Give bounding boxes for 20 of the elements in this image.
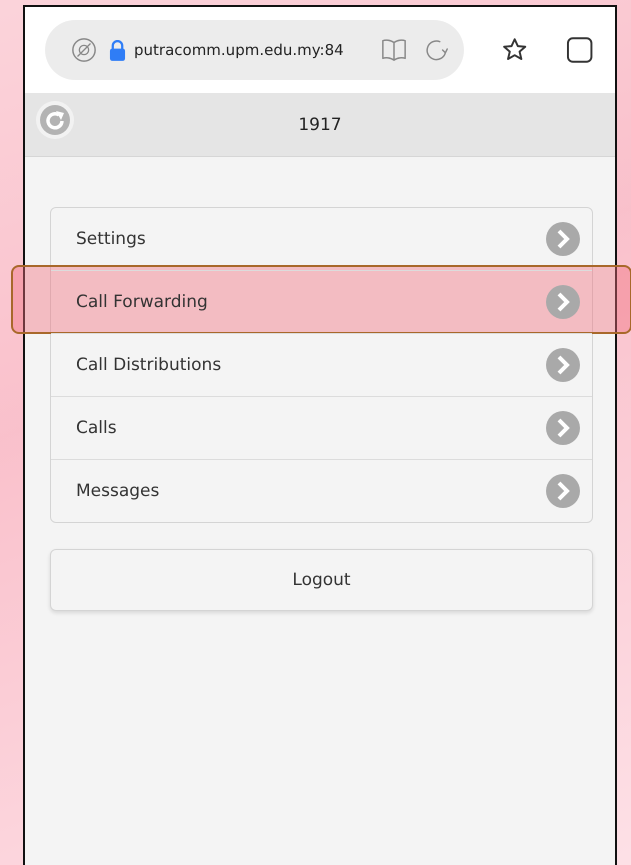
menu-item[interactable]: Call Forwarding bbox=[51, 270, 592, 333]
logout-button[interactable]: Logout bbox=[50, 549, 593, 611]
reload-icon[interactable] bbox=[424, 37, 450, 63]
book-icon[interactable] bbox=[380, 37, 408, 63]
menu-item[interactable]: Calls bbox=[51, 396, 592, 459]
chevron-right-icon bbox=[546, 222, 580, 256]
menu-item[interactable]: Call Distributions bbox=[51, 333, 592, 396]
chevron-right-icon bbox=[546, 411, 580, 445]
refresh-icon[interactable] bbox=[35, 100, 75, 140]
menu-item[interactable]: Messages bbox=[51, 459, 592, 522]
chevron-right-icon bbox=[546, 474, 580, 508]
ad-block-icon[interactable] bbox=[71, 37, 97, 63]
url-text[interactable]: putracomm.upm.edu.my:84 bbox=[134, 41, 364, 59]
header-title: 1917 bbox=[298, 114, 342, 134]
chevron-right-icon bbox=[546, 285, 580, 319]
address-bar[interactable]: putracomm.upm.edu.my:84 bbox=[45, 20, 464, 80]
lock-icon bbox=[109, 40, 126, 60]
chevron-right-icon bbox=[546, 348, 580, 382]
tabs-icon[interactable] bbox=[566, 36, 593, 64]
menu-item[interactable]: Settings bbox=[51, 208, 592, 270]
